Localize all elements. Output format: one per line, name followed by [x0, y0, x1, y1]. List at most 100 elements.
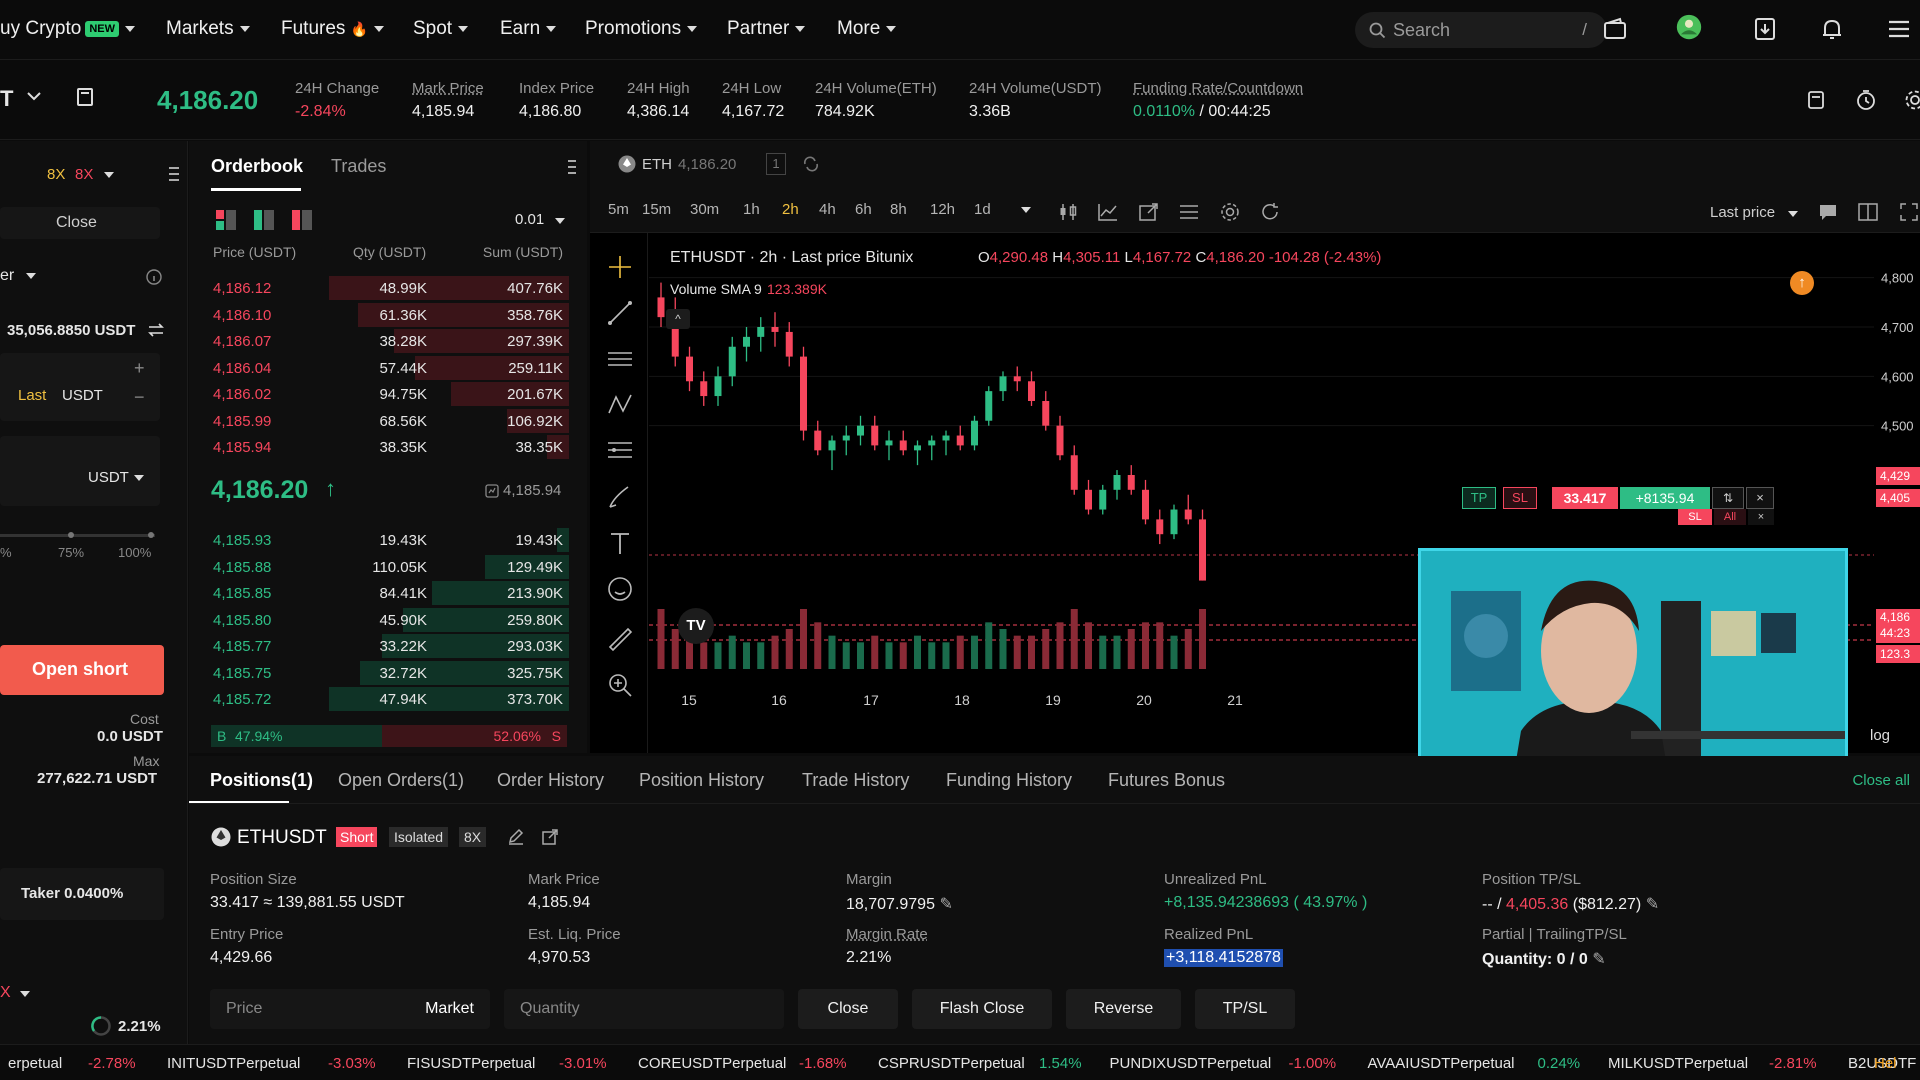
- orderbook-asks-view-icon[interactable]: [291, 209, 313, 231]
- bell-icon[interactable]: [1819, 16, 1845, 42]
- fullscreen-icon[interactable]: [1900, 203, 1918, 221]
- bid-row[interactable]: 4,185.72 47.94K 373.70K: [189, 686, 569, 712]
- help-link[interactable]: Hel: [1874, 1055, 1897, 1072]
- marquee-symbol[interactable]: COREUSDTPerpetual: [638, 1055, 786, 1072]
- timeframe-1h[interactable]: 1h: [743, 201, 760, 218]
- symbol-name[interactable]: T: [0, 86, 13, 112]
- bid-row[interactable]: 4,185.93 19.43K 19.43K: [189, 527, 569, 553]
- nav-futures[interactable]: Futures 🔥: [281, 18, 385, 40]
- calculator-icon[interactable]: [1806, 90, 1826, 110]
- cancel-sl-icon[interactable]: ×: [1748, 509, 1774, 525]
- precision-select[interactable]: 0.01: [515, 211, 544, 228]
- timeframe-15m[interactable]: 15m: [642, 201, 671, 218]
- order-type-select[interactable]: er: [0, 267, 14, 285]
- quantity-input[interactable]: USDT: [0, 436, 160, 506]
- tpsl-button[interactable]: TP/SL: [1195, 989, 1295, 1029]
- leverage-mode[interactable]: X: [0, 984, 11, 1002]
- gear-icon[interactable]: [1220, 202, 1240, 222]
- crosshair-icon[interactable]: [606, 253, 634, 281]
- timeframe-2h[interactable]: 2h: [782, 201, 799, 218]
- reverse-button[interactable]: Reverse: [1066, 989, 1181, 1029]
- chevron-down-icon[interactable]: [26, 90, 42, 102]
- timer-icon[interactable]: [1855, 89, 1877, 111]
- reverse-position-icon[interactable]: ⇅: [1712, 487, 1744, 509]
- more-vertical-icon[interactable]: [567, 158, 577, 176]
- refresh-icon[interactable]: [1260, 202, 1280, 222]
- text-icon[interactable]: [606, 529, 634, 557]
- orderbook-both-view-icon[interactable]: [215, 209, 237, 231]
- timeframe-30m[interactable]: 30m: [690, 201, 719, 218]
- layout-icon[interactable]: [1858, 203, 1878, 221]
- ask-row[interactable]: 4,186.07 38.28K 297.39K: [189, 328, 569, 354]
- minus-icon[interactable]: −: [134, 387, 145, 408]
- plus-icon[interactable]: +: [134, 358, 145, 379]
- open-short-button[interactable]: Open short: [0, 645, 164, 695]
- nav-promotions[interactable]: Promotions: [585, 18, 698, 40]
- close-tab[interactable]: Close: [0, 207, 160, 239]
- close-quantity-input[interactable]: Quantity: [504, 989, 784, 1029]
- list-icon[interactable]: [1179, 203, 1199, 221]
- marquee-symbol[interactable]: INITUSDTPerpetual: [167, 1055, 300, 1072]
- bid-row[interactable]: 4,185.77 33.22K 293.03K: [189, 633, 569, 659]
- tab-orderbook[interactable]: Orderbook: [211, 156, 303, 177]
- tab-positions-1-[interactable]: Positions(1): [210, 770, 313, 791]
- tab-trade-history[interactable]: Trade History: [802, 770, 909, 791]
- marquee-symbol[interactable]: FISUSDTPerpetual: [407, 1055, 535, 1072]
- ask-row[interactable]: 4,185.99 68.56K 106.92K: [189, 408, 569, 434]
- chart-count-badge[interactable]: 1: [766, 153, 786, 175]
- indicators-icon[interactable]: [1098, 203, 1118, 221]
- orderbook-bids-view-icon[interactable]: [253, 209, 275, 231]
- zoom-in-icon[interactable]: [606, 671, 634, 699]
- share-icon[interactable]: [1139, 203, 1159, 221]
- collapse-legend-button[interactable]: ^: [666, 309, 690, 329]
- close-position-icon[interactable]: ×: [1746, 487, 1774, 509]
- ask-row[interactable]: 4,186.02 94.75K 201.67K: [189, 381, 569, 407]
- scroll-to-latest-icon[interactable]: ↑: [1790, 271, 1814, 295]
- close-position-button[interactable]: Close: [798, 989, 898, 1029]
- tradingview-logo[interactable]: TV: [678, 608, 714, 644]
- marquee-symbol[interactable]: CSPRUSDTPerpetual: [878, 1055, 1025, 1072]
- ruler-icon[interactable]: [606, 625, 634, 653]
- pattern-icon[interactable]: [606, 391, 634, 419]
- timeframe-8h[interactable]: 8h: [890, 201, 907, 218]
- search-input[interactable]: Search /: [1355, 12, 1607, 48]
- market-price-toggle[interactable]: Market: [425, 1000, 474, 1018]
- price-input[interactable]: Last USDT + −: [0, 353, 160, 421]
- bid-row[interactable]: 4,185.75 32.72K 325.75K: [189, 660, 569, 686]
- marquee-symbol[interactable]: AVAAIUSDTPerpetual: [1368, 1055, 1515, 1072]
- brush-icon[interactable]: [606, 483, 634, 511]
- trend-line-icon[interactable]: [606, 299, 634, 327]
- candle-type-icon[interactable]: [1058, 203, 1078, 221]
- sl-order-label[interactable]: SL: [1678, 509, 1712, 525]
- settings-icon[interactable]: [1904, 89, 1920, 111]
- fib-icon[interactable]: [606, 437, 634, 465]
- edit-icon[interactable]: ✎: [1592, 951, 1605, 968]
- emoji-icon[interactable]: [606, 575, 634, 603]
- nav-earn[interactable]: Earn: [500, 18, 557, 40]
- last-price-label[interactable]: Last: [18, 387, 46, 404]
- ask-row[interactable]: 4,186.04 57.44K 259.11K: [189, 355, 569, 381]
- download-icon[interactable]: [1752, 16, 1778, 42]
- document-icon[interactable]: [76, 87, 94, 107]
- tab-trades[interactable]: Trades: [331, 156, 386, 177]
- transfer-icon[interactable]: [148, 323, 164, 337]
- horizontal-lines-icon[interactable]: [606, 345, 634, 373]
- chart-type-dropdown[interactable]: [1015, 201, 1031, 219]
- quantity-unit-select[interactable]: USDT: [88, 469, 129, 486]
- nav-more[interactable]: More: [837, 18, 897, 40]
- field-value[interactable]: +3,118.4152878: [1164, 949, 1283, 967]
- marquee-symbol[interactable]: PUNDIXUSDTPerpetual: [1110, 1055, 1272, 1072]
- timeframe-4h[interactable]: 4h: [819, 201, 836, 218]
- avatar-icon[interactable]: [1676, 14, 1702, 40]
- quantity-slider[interactable]: [0, 532, 155, 538]
- slider-tick[interactable]: [148, 532, 154, 538]
- tab-position-history[interactable]: Position History: [639, 770, 764, 791]
- timeframe-5m[interactable]: 5m: [608, 201, 629, 218]
- leverage-long[interactable]: 8X: [47, 166, 65, 183]
- ask-row[interactable]: 4,185.94 38.35K 38.35K: [189, 434, 569, 460]
- slider-tick[interactable]: [68, 532, 74, 538]
- position-tp-button[interactable]: TP: [1462, 487, 1496, 509]
- close-price-input[interactable]: Price Market: [210, 989, 490, 1029]
- leverage-short[interactable]: 8X: [75, 166, 93, 183]
- bid-row[interactable]: 4,185.88 110.05K 129.49K: [189, 554, 569, 580]
